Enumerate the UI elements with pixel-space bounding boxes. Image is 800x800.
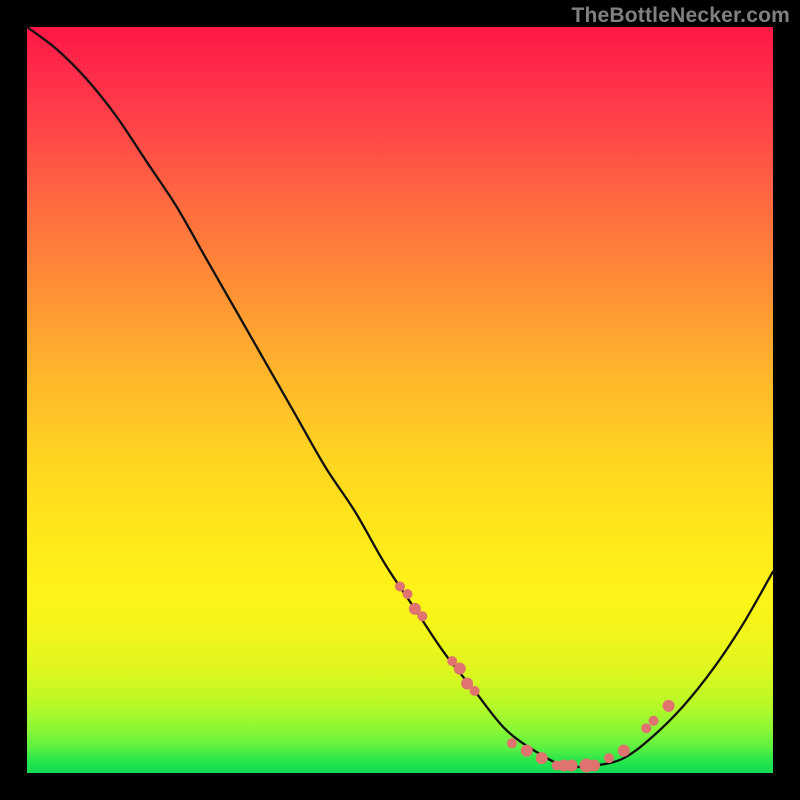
- highlight-marker: [521, 745, 533, 757]
- highlight-marker: [663, 700, 675, 712]
- highlight-marker: [395, 582, 405, 592]
- highlight-marker: [618, 745, 630, 757]
- highlight-marker: [536, 752, 548, 764]
- highlight-marker: [604, 753, 614, 763]
- chart-frame: TheBottleNecker.com: [0, 0, 800, 800]
- highlight-marker: [649, 716, 659, 726]
- highlight-marker: [470, 686, 480, 696]
- highlight-marker: [566, 760, 578, 772]
- bottleneck-curve: [27, 27, 773, 767]
- marker-group: [395, 582, 675, 773]
- highlight-marker: [454, 663, 466, 675]
- highlight-marker: [507, 738, 517, 748]
- highlight-marker: [417, 611, 427, 621]
- highlight-marker: [588, 760, 600, 772]
- highlight-marker: [641, 723, 651, 733]
- highlight-marker: [403, 589, 413, 599]
- chart-svg: [27, 27, 773, 773]
- watermark: TheBottleNecker.com: [571, 4, 790, 28]
- plot-area: [27, 27, 773, 773]
